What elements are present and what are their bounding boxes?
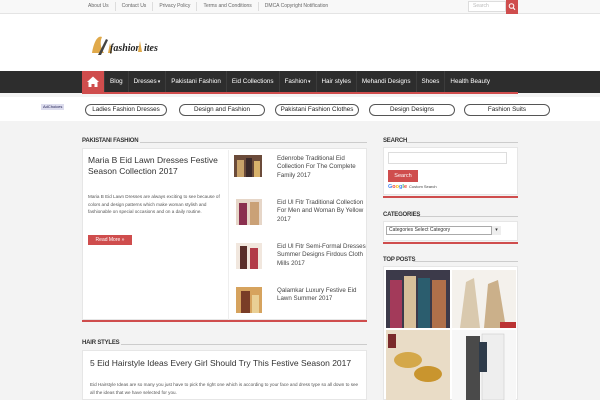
hair-post-title[interactable]: 5 Eid Hairstyle Ideas Every Girl Should … [90,358,360,369]
section-heading-hair-styles: HAIR STYLES [82,340,120,346]
nav-item-eid-collections[interactable]: Eid Collections [225,71,279,93]
column-divider [228,150,229,320]
nav-underline [82,92,518,94]
post-thumbnail[interactable] [234,155,262,177]
section-divider [140,142,367,143]
google-custom-search: Google Custom Search [388,184,437,190]
svg-text:fashion: fashion [110,43,142,54]
search-icon [508,3,516,11]
top-link-about[interactable]: About Us [82,2,116,11]
list-item-title[interactable]: Qalamkar Luxury Festive Eid Lawn Summer … [277,287,371,304]
pill-ladies-fashion-dresses[interactable]: Ladies Fashion Dresses [85,104,167,116]
top-search-button[interactable] [506,0,518,14]
list-item[interactable]: Eid Ul Fitr Traditional Collection For M… [234,199,366,231]
widget-bottom-bar [383,242,518,244]
nav-item-health-beauty[interactable]: Health Beauty [444,71,495,93]
svg-text:ites: ites [144,43,158,54]
section-divider [413,261,518,262]
sidebar-heading-search: SEARCH [383,138,408,144]
top-bar: About Us Contact Us Privacy Policy Terms… [0,0,600,14]
category-select[interactable]: Categories Select Category [386,226,501,235]
sidebar-heading-categories: CATEGORIES [383,212,421,218]
nav-item-blog[interactable]: Blog [104,71,128,93]
top-post-thumbnail[interactable] [452,270,516,328]
home-icon [87,76,99,87]
featured-post-title[interactable]: Maria B Eid Lawn Dresses Festive Season … [88,155,223,177]
ad-links-row: AdChoices Ladies Fashion Dresses Design … [0,97,600,121]
list-item[interactable]: Eid Ul Fitr Semi-Formal Dresses Summer D… [234,243,366,275]
main-nav: Blog Dresses Pakistani Fashion Eid Colle… [0,71,600,94]
sidebar-heading-top-posts: TOP POSTS [383,257,416,263]
nav-items: Blog Dresses Pakistani Fashion Eid Colle… [104,71,495,93]
post-thumbnail[interactable] [236,287,262,313]
top-link-contact[interactable]: Contact Us [116,2,154,11]
list-item-title[interactable]: Edenrobe Traditional Eid Collection For … [277,155,371,180]
list-item-title[interactable]: Eid Ul Fitr Semi-Formal Dresses Summer D… [277,243,371,268]
top-links: About Us Contact Us Privacy Policy Terms… [82,2,334,11]
pill-design-and-fashion[interactable]: Design and Fashion [179,104,265,116]
hair-post-excerpt: Eid Hairstyle Ideas are so many you just… [90,382,359,395]
top-post-thumbnail[interactable] [386,270,450,328]
top-post-thumbnail[interactable] [452,330,516,400]
list-item-title[interactable]: Eid Ul Fitr Traditional Collection For M… [277,199,371,224]
pill-pakistani-fashion-clothes[interactable]: Pakistani Fashion Clothes [275,104,359,116]
nav-item-fashion[interactable]: Fashion [278,71,316,93]
top-search-input[interactable]: Search [468,1,506,12]
pill-design-designs[interactable]: Design Designs [369,104,455,116]
pill-fashion-suits[interactable]: Fashion Suits [464,104,550,116]
sidebar-search-button[interactable]: Search [388,170,418,182]
nav-item-mehandi-designs[interactable]: Mehandi Designs [355,71,416,93]
nav-item-dresses[interactable]: Dresses [127,71,166,93]
top-link-terms[interactable]: Terms and Conditions [197,2,259,11]
read-more-button[interactable]: Read More » [88,235,132,245]
top-link-dmca[interactable]: DMCA Copyright Notification [259,2,334,11]
nav-item-shoes[interactable]: Shoes [415,71,445,93]
featured-post-excerpt: Maria B Eid Lawn Dresses are always exci… [88,194,220,215]
sidebar-search-input[interactable] [388,152,507,164]
section-bottom-bar [82,320,367,322]
nav-item-hair-styles[interactable]: Hair styles [315,71,356,93]
list-item[interactable]: Qalamkar Luxury Festive Eid Lawn Summer … [234,287,366,319]
section-divider [406,142,518,143]
widget-bottom-bar [383,196,518,198]
custom-search-label: Custom Search [409,184,437,189]
nav-home-button[interactable] [82,71,104,93]
section-divider [121,344,367,345]
post-thumbnail[interactable] [236,199,262,225]
top-post-thumbnail[interactable] [386,330,450,400]
top-link-privacy[interactable]: Privacy Policy [153,2,198,11]
section-divider [417,216,518,217]
site-header: fashion ites [0,14,600,71]
post-thumbnail[interactable] [236,243,262,269]
site-logo[interactable]: fashion ites [88,31,164,57]
adchoices-badge[interactable]: AdChoices [41,104,65,110]
section-heading-pakistani-fashion: PAKISTANI FASHION [82,138,139,144]
list-item[interactable]: Edenrobe Traditional Eid Collection For … [234,155,366,187]
chevron-down-icon[interactable]: ▾ [491,226,501,235]
nav-item-pakistani-fashion[interactable]: Pakistani Fashion [165,71,226,93]
